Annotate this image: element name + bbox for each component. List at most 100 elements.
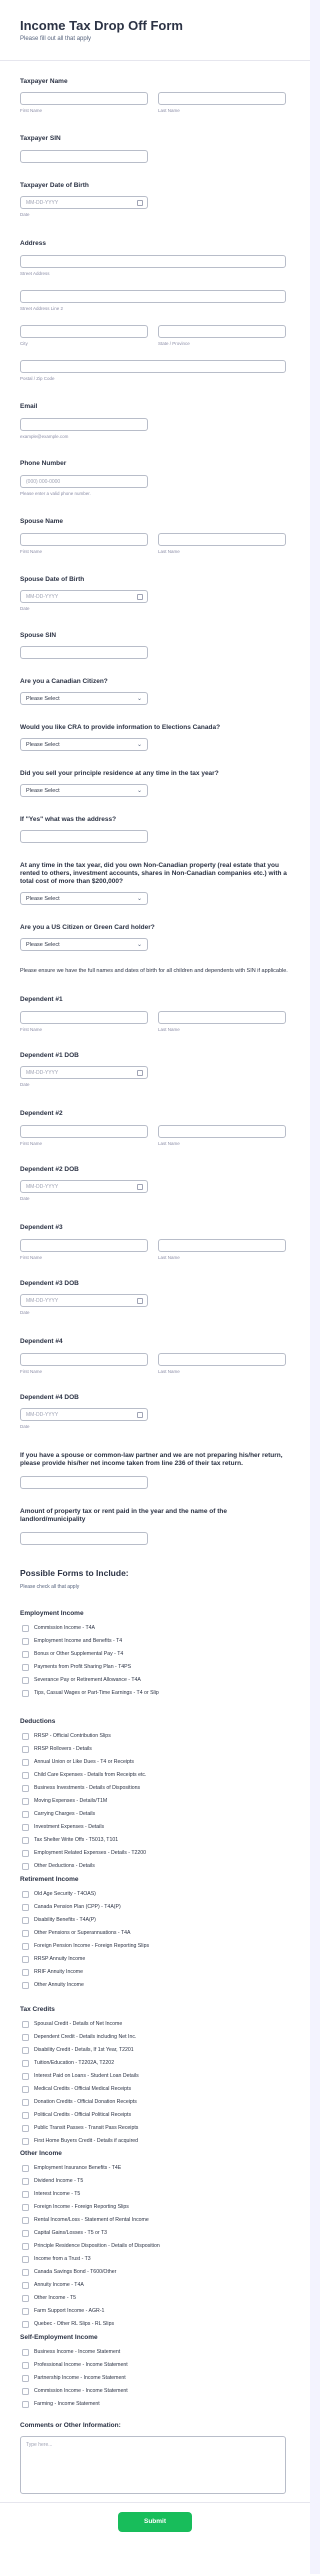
checkbox[interactable] [22, 1811, 29, 1818]
checkbox[interactable] [22, 2256, 29, 2263]
checkbox[interactable] [22, 1917, 29, 1924]
checkbox[interactable] [22, 1798, 29, 1805]
checkbox[interactable] [22, 1824, 29, 1831]
calendar-icon[interactable] [137, 1070, 143, 1076]
checkbox[interactable] [22, 1982, 29, 1989]
us-citizen-select[interactable]: Please Select ⌄ [20, 938, 148, 951]
taxpayer-dob-input[interactable]: MM-DD-YYYY [20, 196, 148, 209]
calendar-icon[interactable] [137, 1412, 143, 1418]
checkbox[interactable] [22, 2204, 29, 2211]
street-address-input[interactable] [20, 255, 286, 268]
calendar-icon[interactable] [137, 200, 143, 206]
checkbox[interactable] [22, 2086, 29, 2093]
checkbox[interactable] [22, 1943, 29, 1950]
dependent1-dob-input[interactable]: MM-DD-YYYY [20, 1066, 148, 1079]
checkbox[interactable] [22, 2217, 29, 2224]
checkbox[interactable] [22, 1638, 29, 1645]
dependent3-dob-input[interactable]: MM-DD-YYYY [20, 1294, 148, 1307]
checkbox[interactable] [22, 1690, 29, 1697]
checkbox[interactable] [22, 2230, 29, 2237]
checkbox[interactable] [22, 2034, 29, 2041]
cra-elections-select[interactable]: Please Select ⌄ [20, 738, 148, 751]
checkbox[interactable] [22, 2388, 29, 2395]
checkbox[interactable] [22, 1891, 29, 1898]
city-input[interactable] [20, 325, 148, 338]
checkbox[interactable] [22, 1625, 29, 1632]
checkbox[interactable] [22, 1969, 29, 1976]
checkbox[interactable] [22, 2295, 29, 2302]
checkbox[interactable] [22, 1759, 29, 1766]
spouse-last-name-input[interactable] [158, 533, 286, 546]
checkbox[interactable] [22, 1746, 29, 1753]
checkbox[interactable] [22, 2099, 29, 2106]
dependent1-label: Dependent #1 [20, 996, 63, 1003]
checkbox[interactable] [22, 2125, 29, 2132]
street-address-2-input[interactable] [20, 290, 286, 303]
email-input[interactable] [20, 418, 148, 431]
checkbox[interactable] [22, 2178, 29, 2185]
dependent3-last-input[interactable] [158, 1239, 286, 1252]
checkbox[interactable] [22, 1677, 29, 1684]
taxpayer-sin-label: Taxpayer SIN [20, 135, 61, 142]
checkbox[interactable] [22, 2375, 29, 2382]
taxpayer-sin-input[interactable] [20, 150, 148, 163]
dependent2-last-input[interactable] [158, 1125, 286, 1138]
dependent4-last-input[interactable] [158, 1353, 286, 1366]
checkbox[interactable] [22, 2060, 29, 2067]
checkbox[interactable] [22, 1785, 29, 1792]
checkbox[interactable] [22, 1850, 29, 1857]
calendar-icon[interactable] [137, 1184, 143, 1190]
calendar-icon[interactable] [137, 594, 143, 600]
checkbox[interactable] [22, 2165, 29, 2172]
canadian-citizen-select[interactable]: Please Select ⌄ [20, 692, 148, 705]
taxpayer-last-name-input[interactable] [158, 92, 286, 105]
dependent2-first-input[interactable] [20, 1125, 148, 1138]
spouse-dob-input[interactable]: MM-DD-YYYY [20, 590, 148, 603]
dependent3-first-input[interactable] [20, 1239, 148, 1252]
checkbox[interactable] [22, 1664, 29, 1671]
checkbox[interactable] [22, 2021, 29, 2028]
checkbox[interactable] [22, 2362, 29, 2369]
checkbox[interactable] [22, 2047, 29, 2054]
dependent2-dob-input[interactable]: MM-DD-YYYY [20, 1180, 148, 1193]
spouse-sin-input[interactable] [20, 646, 148, 659]
checkbox[interactable] [22, 2282, 29, 2289]
dependent4-first-input[interactable] [20, 1353, 148, 1366]
checkbox[interactable] [22, 1904, 29, 1911]
checkbox[interactable] [22, 1772, 29, 1779]
checkbox[interactable] [22, 1651, 29, 1658]
checkbox[interactable] [22, 2243, 29, 2250]
dependent4-dob-input[interactable]: MM-DD-YYYY [20, 1408, 148, 1421]
foreign-property-select[interactable]: Please Select ⌄ [20, 892, 148, 905]
phone-input[interactable]: (000) 000-0000 [20, 475, 148, 488]
comments-textarea[interactable]: Type here... [20, 2436, 286, 2494]
checkbox[interactable] [22, 1837, 29, 1844]
submit-button[interactable]: Submit [118, 2512, 192, 2532]
checkbox[interactable] [22, 2112, 29, 2119]
phone-sublabel: Please enter a valid phone number. [20, 491, 91, 496]
taxpayer-first-name-input[interactable] [20, 92, 148, 105]
spouse-sin-label: Spouse SIN [20, 632, 57, 639]
checkbox[interactable] [22, 2321, 29, 2328]
dependent1-last-input[interactable] [158, 1011, 286, 1024]
dependent1-first-input[interactable] [20, 1011, 148, 1024]
checkbox[interactable] [22, 1863, 29, 1870]
postal-code-input[interactable] [20, 360, 286, 373]
checkbox[interactable] [22, 2349, 29, 2356]
checkbox[interactable] [22, 2073, 29, 2080]
principal-residence-select[interactable]: Please Select ⌄ [20, 784, 148, 797]
checkbox[interactable] [22, 2269, 29, 2276]
checkbox[interactable] [22, 1930, 29, 1937]
checkbox[interactable] [22, 2138, 29, 2145]
checkbox[interactable] [22, 1956, 29, 1963]
property-tax-input[interactable] [20, 1532, 148, 1545]
checkbox[interactable] [22, 2308, 29, 2315]
state-input[interactable] [158, 325, 286, 338]
checkbox[interactable] [22, 1733, 29, 1740]
calendar-icon[interactable] [137, 1298, 143, 1304]
checkbox[interactable] [22, 2401, 29, 2408]
spouse-first-name-input[interactable] [20, 533, 148, 546]
checkbox[interactable] [22, 2191, 29, 2198]
address-if-yes-input[interactable] [20, 830, 148, 843]
spouse-net-income-input[interactable] [20, 1476, 148, 1489]
